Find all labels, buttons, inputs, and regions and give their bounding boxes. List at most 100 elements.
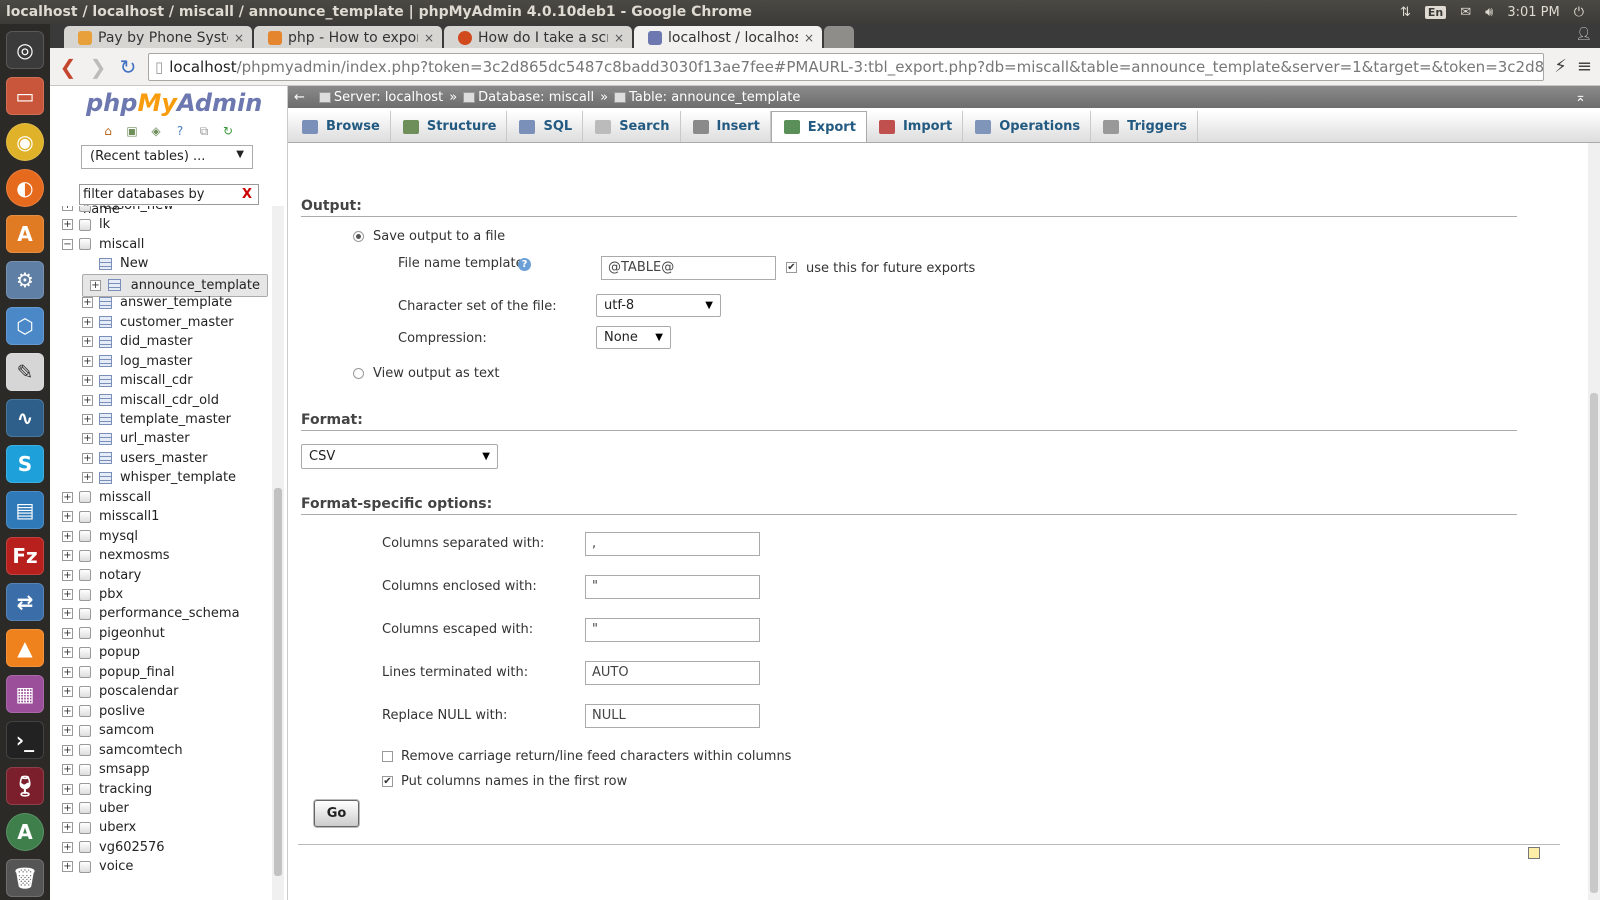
tree-database-item[interactable]: + vg602576 [62,838,268,857]
expand-icon[interactable]: + [82,413,93,425]
filezilla-icon[interactable]: Fz [6,537,44,575]
column-names-checkbox[interactable]: ✔ [382,776,393,787]
files-icon[interactable]: ▭ [6,77,44,115]
save-to-file-radio[interactable] [353,231,364,242]
expand-icon[interactable]: + [62,822,73,834]
tree-database-item[interactable]: + poscalendar [62,682,268,701]
tab-import[interactable]: Import [867,111,964,142]
tree-database-item[interactable]: + lk [62,215,268,234]
extension-icon[interactable]: ⚡ [1554,56,1567,77]
tree-database-item[interactable]: + mysql [62,527,268,546]
close-tab-icon[interactable]: × [424,31,434,45]
tree-database-item[interactable]: + performance_schema [62,604,268,623]
wine-icon[interactable]: 🍷︎ [6,767,44,805]
view-as-text-label[interactable]: View output as text [373,366,500,381]
tab-search[interactable]: Search [583,111,681,142]
docs-icon[interactable]: ? [172,124,188,138]
workspace-icon[interactable]: ▦ [6,675,44,713]
expand-icon[interactable]: + [82,452,93,464]
expand-icon[interactable]: + [62,725,73,737]
tree-table-item[interactable]: + template_master [82,410,268,429]
charset-select[interactable]: utf-8 ▼ [596,294,721,317]
expand-icon[interactable]: + [62,666,73,678]
expand-icon[interactable]: + [62,511,73,523]
expand-icon[interactable]: + [62,686,73,698]
breadcrumb-table[interactable]: Table: announce_template [614,90,800,105]
browser-tab-active[interactable]: localhost / localhost × [634,26,822,48]
tree-table-item[interactable]: + answer_template [82,293,268,312]
skype-icon[interactable]: S [6,445,44,483]
phpmyadmin-logo[interactable]: phpMyAdmin [86,89,262,117]
tree-database-item[interactable]: + popup_final [62,663,268,682]
forward-icon[interactable]: ❯ [88,55,108,79]
tree-database-item[interactable]: + misscall [62,488,268,507]
expand-icon[interactable]: + [62,550,73,562]
tab-browse[interactable]: Browse [290,111,391,142]
expand-icon[interactable]: + [62,744,73,756]
clear-filter-icon[interactable]: X [242,187,255,202]
format-option-input[interactable]: " [585,575,760,599]
tree-database-item[interactable]: + poslive [62,702,268,721]
tree-database-item[interactable]: + pbx [62,585,268,604]
close-tab-icon[interactable]: × [234,31,244,45]
expand-icon[interactable]: + [82,375,93,387]
tree-database-item[interactable]: + pigeonhut [62,624,268,643]
console-icon[interactable] [1528,847,1540,859]
tree-new-item[interactable]: New [82,254,268,273]
firefox-icon[interactable]: ◐ [6,169,44,207]
expand-icon[interactable]: + [62,530,73,542]
go-button[interactable]: Go [314,800,359,827]
tree-table-item[interactable]: + users_master [82,449,268,468]
reload-icon[interactable]: ↻ [118,55,138,79]
view-as-text-radio[interactable] [353,368,364,379]
text-editor-icon[interactable]: ✎ [6,353,44,391]
navigation-scrollbar[interactable] [272,206,284,900]
close-tab-icon[interactable]: × [614,31,624,45]
main-scrollbar[interactable] [1588,143,1600,900]
back-icon[interactable]: ❮ [58,55,78,79]
expand-icon[interactable]: + [62,783,73,795]
expand-icon[interactable]: + [62,219,73,231]
tree-database-item[interactable]: + samcomtech [62,741,268,760]
scrollbar-thumb[interactable] [274,488,282,876]
remove-crlf-label[interactable]: Remove carriage return/line feed charact… [401,749,791,764]
tree-table-item[interactable]: + did_master [82,332,268,351]
document-viewer-icon[interactable]: ▤ [6,491,44,529]
scrollbar-thumb[interactable] [1590,393,1598,893]
file-name-template-input[interactable]: @TABLE@ [601,256,776,280]
tree-table-item[interactable]: + log_master [82,352,268,371]
expand-icon[interactable]: + [62,491,73,503]
tree-database-item[interactable]: + samcom [62,721,268,740]
expand-icon[interactable]: + [82,297,93,309]
expand-icon[interactable]: + [62,647,73,659]
new-tab-button[interactable] [824,26,854,48]
expand-icon[interactable]: + [62,705,73,717]
menu-icon[interactable]: ≡ [1577,56,1592,77]
vlc-icon[interactable]: ▲ [6,629,44,667]
tree-database-item[interactable]: + uber [62,799,268,818]
dash-icon[interactable]: ◎ [6,31,44,69]
expand-icon[interactable]: + [62,569,73,581]
address-bar[interactable]: ▯ localhost/phpmyadmin/index.php?token=3… [148,52,1545,81]
mail-icon[interactable]: ✉ [1460,5,1471,20]
clock[interactable]: 3:01 PM [1507,5,1559,20]
tree-table-item[interactable]: + miscall_cdr_old [82,391,268,410]
copy-icon[interactable]: ⧉ [196,124,212,138]
logout-icon[interactable]: ▣ [124,124,140,138]
future-exports-label[interactable]: use this for future exports [806,261,975,276]
tree-table-item[interactable]: + miscall_cdr [82,371,268,390]
format-option-input[interactable]: NULL [585,704,760,728]
reload-navigation-icon[interactable]: ↻ [220,124,236,138]
tab-structure[interactable]: Structure [391,111,508,142]
format-option-input[interactable]: , [585,532,760,556]
tree-database-item[interactable]: + uberx [62,818,268,837]
expand-icon[interactable]: + [82,316,93,328]
tab-sql[interactable]: SQL [507,111,584,142]
expand-icon[interactable]: + [62,764,73,776]
tree-database-item[interactable]: + tracking [62,780,268,799]
tab-export[interactable]: Export [770,111,867,142]
expand-icon[interactable]: + [90,279,101,291]
browser-tab-1[interactable]: Pay by Phone Systen × [64,26,252,48]
tree-database-item[interactable]: + voice [62,857,268,876]
remote-desktop-icon[interactable]: ⇄ [6,583,44,621]
